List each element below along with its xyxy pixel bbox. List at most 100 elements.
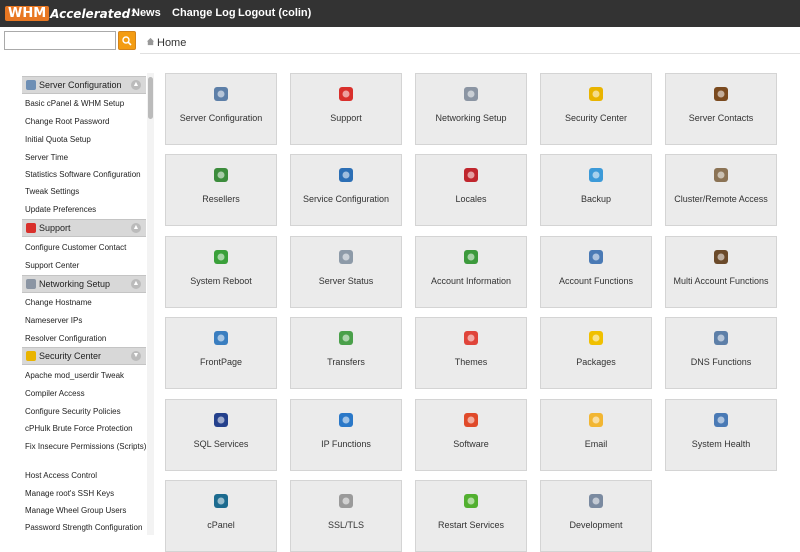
logo-whm-text: WHM — [5, 6, 50, 21]
sidebar-item-initial-quota-setup[interactable]: Initial Quota Setup — [25, 135, 147, 145]
restart-icon — [464, 494, 478, 508]
tile-label: SSL/TLS — [327, 520, 365, 530]
sidebar-section-server-configuration[interactable]: Server Configuration ▲ — [22, 76, 146, 94]
sidebar-item-server-time[interactable]: Server Time — [25, 153, 147, 163]
sidebar-item-change-root-password[interactable]: Change Root Password — [25, 117, 147, 127]
sidebar-section-support[interactable]: Support ▲ — [22, 219, 146, 237]
tile-label: FrontPage — [199, 357, 243, 367]
sidebar-item-nameserver-ips[interactable]: Nameserver IPs — [25, 316, 147, 326]
tile-frontpage[interactable]: FrontPage — [165, 317, 277, 389]
account-info-icon — [464, 250, 478, 264]
tile-label: Locales — [455, 194, 487, 204]
server-status-icon — [339, 250, 353, 264]
sidebar-item-change-hostname[interactable]: Change Hostname — [25, 298, 147, 308]
tile-security-center[interactable]: Security Center — [540, 73, 652, 145]
tile-software[interactable]: Software — [415, 399, 527, 471]
sidebar-item-support-center[interactable]: Support Center — [25, 261, 147, 271]
sidebar-item-configure-security-policies[interactable]: Configure Security Policies — [25, 407, 147, 417]
tile-system-reboot[interactable]: System Reboot — [165, 236, 277, 308]
tile-networking-setup[interactable]: Networking Setup — [415, 73, 527, 145]
tile-label: Server Contacts — [688, 113, 754, 123]
tile-support[interactable]: Support — [290, 73, 402, 145]
tile-packages[interactable]: Packages — [540, 317, 652, 389]
tile-sql-services[interactable]: SQL Services — [165, 399, 277, 471]
tile-resellers[interactable]: Resellers — [165, 154, 277, 226]
tile-system-health[interactable]: System Health — [665, 399, 777, 471]
tile-locales[interactable]: Locales — [415, 154, 527, 226]
sidebar-item-tweak-settings[interactable]: Tweak Settings — [25, 187, 147, 197]
flags-icon — [464, 168, 478, 182]
tile-label: Account Functions — [558, 276, 634, 286]
tile-backup[interactable]: Backup — [540, 154, 652, 226]
cpanel-icon — [214, 494, 228, 508]
tile-multi-account-functions[interactable]: Multi Account Functions — [665, 236, 777, 308]
sidebar-section-security-center[interactable]: Security Center ▼ — [22, 347, 146, 365]
tile-transfers[interactable]: Transfers — [290, 317, 402, 389]
home-icon[interactable] — [146, 37, 155, 46]
tile-server-contacts[interactable]: Server Contacts — [665, 73, 777, 145]
sidebar-item-fix-insecure-permissions[interactable]: Fix Insecure Permissions (Scripts) — [25, 442, 147, 452]
tile-label: Account Information — [430, 276, 512, 286]
tile-label: Backup — [580, 194, 612, 204]
tile-label: Server Status — [318, 276, 374, 286]
tile-account-information[interactable]: Account Information — [415, 236, 527, 308]
tile-label: System Health — [691, 439, 751, 449]
sidebar-item-basic-setup[interactable]: Basic cPanel & WHM Setup — [25, 99, 147, 109]
sidebar-item-resolver-configuration[interactable]: Resolver Configuration — [25, 334, 147, 344]
whm-logo[interactable]: WHM Accelerated 2 — [5, 4, 136, 23]
sidebar-item-manage-root-ssh-keys[interactable]: Manage root's SSH Keys — [25, 489, 147, 499]
nav-link-change-log[interactable]: Change Log — [172, 7, 236, 19]
tile-ip-functions[interactable]: IP Functions — [290, 399, 402, 471]
tile-label: Multi Account Functions — [673, 276, 769, 286]
breadcrumb-home[interactable]: Home — [157, 37, 186, 49]
tile-label: System Reboot — [190, 276, 252, 286]
certificate-icon — [339, 494, 353, 508]
contact-person-icon — [714, 87, 728, 101]
padlock-icon — [26, 351, 36, 361]
tile-server-status[interactable]: Server Status — [290, 236, 402, 308]
tile-restart-services[interactable]: Restart Services — [415, 480, 527, 552]
chevron-up-icon: ▲ — [131, 279, 141, 289]
health-gear-icon — [714, 413, 728, 427]
sidebar-section-title: Networking Setup — [39, 279, 111, 289]
sidebar-scrollbar[interactable] — [147, 73, 154, 535]
tile-label: Transfers — [327, 357, 365, 367]
gear-icon — [339, 168, 353, 182]
network-icon — [464, 87, 478, 101]
tile-label: Server Configuration — [179, 113, 263, 123]
tile-server-configuration[interactable]: Server Configuration — [165, 73, 277, 145]
tile-dns-functions[interactable]: DNS Functions — [665, 317, 777, 389]
sidebar-item-apache-userdir-tweak[interactable]: Apache mod_userdir Tweak — [25, 371, 147, 381]
tile-cluster-remote-access[interactable]: Cluster/Remote Access — [665, 154, 777, 226]
sidebar-item-statistics-software[interactable]: Statistics Software Configuration — [25, 170, 147, 180]
sidebar-item-host-access-control[interactable]: Host Access Control — [25, 471, 147, 481]
tile-email[interactable]: Email — [540, 399, 652, 471]
sidebar-section-networking-setup[interactable]: Networking Setup ▲ — [22, 275, 146, 293]
tile-cpanel[interactable]: cPanel — [165, 480, 277, 552]
sidebar-item-password-strength[interactable]: Password Strength Configuration — [25, 523, 147, 533]
search-input[interactable] — [4, 31, 116, 50]
sidebar-scrollbar-thumb[interactable] — [148, 77, 153, 119]
tile-development[interactable]: Development — [540, 480, 652, 552]
tile-service-configuration[interactable]: Service Configuration — [290, 154, 402, 226]
search-button[interactable] — [118, 31, 136, 50]
tile-label: Software — [453, 439, 489, 449]
logo-accelerated-text: Accelerated — [50, 6, 131, 21]
tile-ssl-tls[interactable]: SSL/TLS — [290, 480, 402, 552]
sidebar-item-manage-wheel-group[interactable]: Manage Wheel Group Users — [25, 506, 147, 516]
tile-label: Security Center — [564, 113, 628, 123]
server-config-icon — [26, 80, 36, 90]
sidebar-item-configure-customer-contact[interactable]: Configure Customer Contact — [25, 243, 147, 253]
tile-label: Cluster/Remote Access — [674, 194, 768, 204]
themes-icon — [464, 331, 478, 345]
nav-link-news[interactable]: News — [132, 7, 161, 19]
nav-link-logout[interactable]: Logout (colin) — [238, 7, 311, 19]
sidebar-item-update-preferences[interactable]: Update Preferences — [25, 205, 147, 215]
tile-account-functions[interactable]: Account Functions — [540, 236, 652, 308]
tile-label: Email — [584, 439, 608, 449]
tile-themes[interactable]: Themes — [415, 317, 527, 389]
cluster-icon — [714, 168, 728, 182]
sidebar-item-compiler-access[interactable]: Compiler Access — [25, 389, 147, 399]
server-config-icon — [214, 87, 228, 101]
sidebar-item-cphulk[interactable]: cPHulk Brute Force Protection — [25, 424, 147, 434]
